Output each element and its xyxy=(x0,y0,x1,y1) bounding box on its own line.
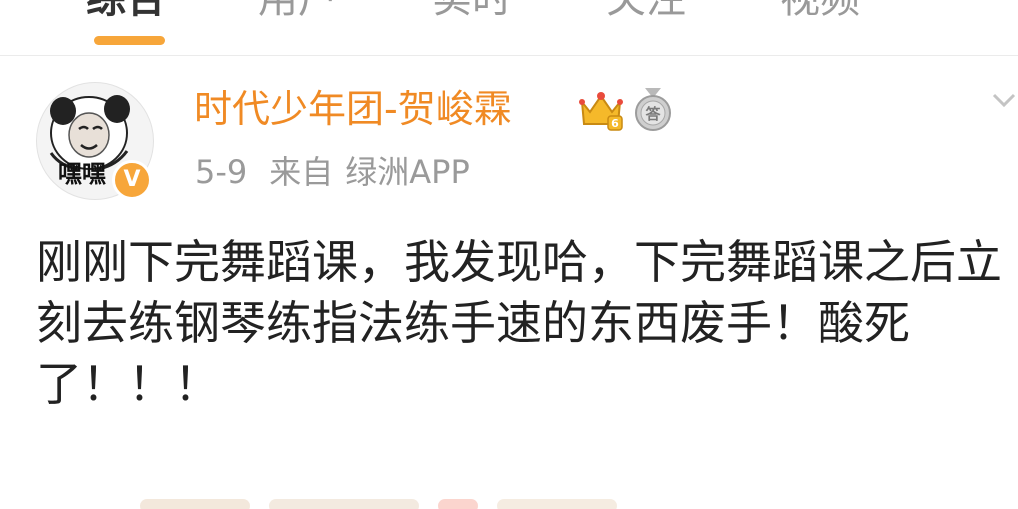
post-date: 5-9 xyxy=(195,153,248,191)
tab-following[interactable]: 关注 xyxy=(606,0,686,22)
medal-char: 答 xyxy=(645,105,661,123)
tab-realtime[interactable]: 实时 xyxy=(432,0,512,22)
post-body-text[interactable]: 刚刚下完舞蹈课，我发现哈，下完舞蹈课之后立刻去练钢琴练指法练手速的东西废手！酸死… xyxy=(36,232,1018,415)
crown-badge-icon: 6 xyxy=(579,92,623,131)
next-post-preview xyxy=(140,498,660,509)
divider xyxy=(0,55,1018,56)
medal-badge-icon: 答 xyxy=(635,88,671,131)
crown-level: 6 xyxy=(611,117,619,130)
tab-video[interactable]: 视频 xyxy=(780,0,860,22)
search-result-page: 综合 用户 实时 关注 视频 嘿嘿 V 时代少年团-贺峻霖 xyxy=(0,0,1018,509)
post-meta: 5-9 来自 绿洲APP xyxy=(195,152,492,192)
author-name[interactable]: 时代少年团-贺峻霖 xyxy=(194,86,512,132)
tab-bar: 综合 用户 实时 关注 视频 xyxy=(0,0,1018,54)
chevron-down-icon[interactable] xyxy=(990,86,1018,114)
verified-badge-icon: V xyxy=(112,160,152,200)
tab-comprehensive[interactable]: 综合 xyxy=(86,0,166,22)
active-tab-indicator xyxy=(94,36,165,45)
source-prefix: 来自 xyxy=(269,153,334,191)
post-source[interactable]: 绿洲APP xyxy=(345,153,470,191)
tab-users[interactable]: 用户 xyxy=(258,0,338,22)
